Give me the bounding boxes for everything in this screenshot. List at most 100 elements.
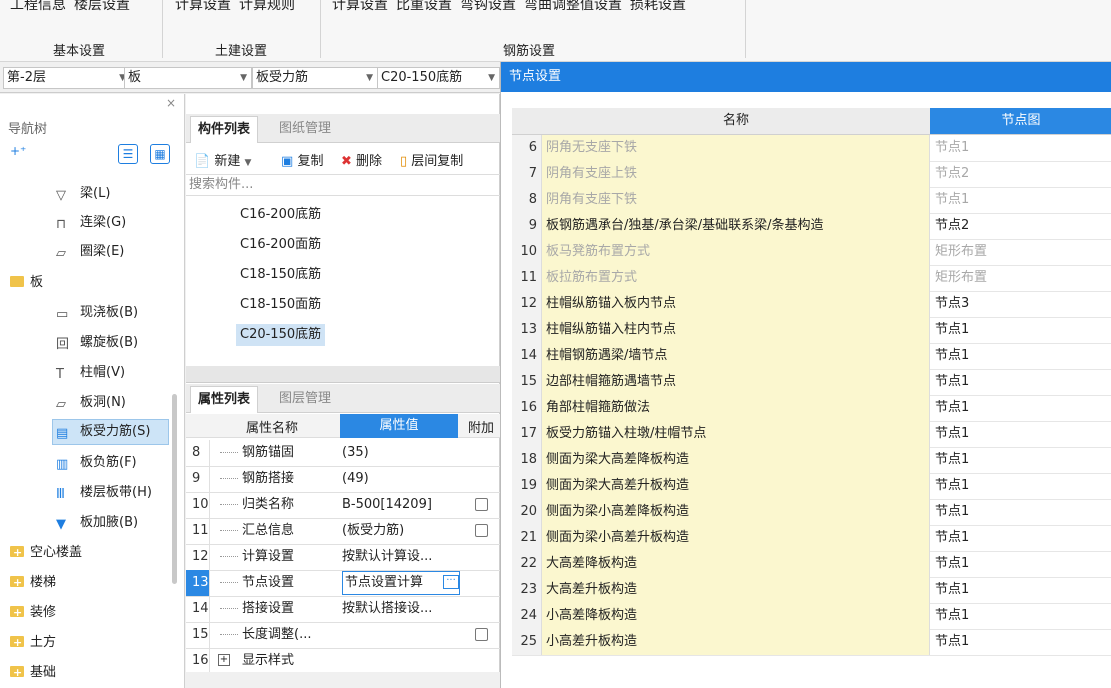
extra-checkbox[interactable]: [475, 628, 488, 641]
nav-item-slab-folder[interactable]: 板: [10, 271, 43, 295]
node-value[interactable]: 节点1: [930, 369, 1111, 395]
list-item-selected[interactable]: C20-150底筋: [236, 324, 326, 346]
node-value[interactable]: 节点1: [930, 629, 1111, 655]
node-value[interactable]: 节点1: [930, 551, 1111, 577]
table-row[interactable]: 24 小高差降板构造 节点1: [512, 603, 1111, 630]
nav-item-hollow-floor[interactable]: 空心楼盖: [10, 541, 82, 565]
nav-item-slab-haunch[interactable]: ▼ 板加腋(B): [56, 511, 138, 535]
nav-item-slab-rebar[interactable]: ▤ 板受力筋(S): [52, 419, 169, 445]
nav-item-beam[interactable]: ▽ 梁(L): [56, 182, 110, 206]
scrollbar[interactable]: [172, 394, 177, 584]
nav-item-earthwork[interactable]: 土方: [10, 631, 56, 655]
table-row[interactable]: 18 侧面为梁大高差降板构造 节点1: [512, 447, 1111, 474]
table-row[interactable]: 15 边部柱帽箍筋遇墙节点 节点1: [512, 369, 1111, 396]
node-value[interactable]: 节点1: [930, 317, 1111, 343]
node-value[interactable]: 节点1: [930, 395, 1111, 421]
extra-checkbox[interactable]: [475, 524, 488, 537]
hook-settings-button[interactable]: 弯钩设置: [460, 0, 516, 13]
table-row[interactable]: 22 大高差降板构造 节点1: [512, 551, 1111, 578]
ellipsis-button[interactable]: ···: [443, 575, 459, 589]
list-view-icon[interactable]: ☰: [118, 144, 138, 164]
nav-item-negative-rebar[interactable]: ▥ 板负筋(F): [56, 451, 137, 475]
density-settings-button[interactable]: 比重设置: [396, 0, 452, 13]
expand-plus-icon[interactable]: +: [218, 654, 230, 666]
node-value[interactable]: 矩形布置: [930, 239, 1111, 265]
expand-all-icon[interactable]: +⁺: [10, 144, 26, 158]
nav-item-spiral-slab[interactable]: 回螺旋板(B): [56, 331, 138, 355]
node-value[interactable]: 节点1: [930, 447, 1111, 473]
tab-property-list[interactable]: 属性列表: [190, 386, 259, 413]
tab-layer-management[interactable]: 图层管理: [272, 386, 338, 412]
list-item[interactable]: C16-200底筋: [236, 204, 325, 226]
component-select[interactable]: C20-150底筋 ▼: [377, 67, 500, 89]
nav-item-foundation[interactable]: 基础: [10, 661, 56, 685]
table-row[interactable]: 6 阴角无支座下铁 节点1: [512, 135, 1111, 162]
subtype-select[interactable]: 板受力筋 ▼: [252, 67, 378, 89]
nav-item-cast-slab[interactable]: ▭ 现浇板(B): [56, 301, 138, 325]
search-input[interactable]: 搜索构件...: [186, 174, 500, 196]
calc-rules-button[interactable]: 计算规则: [239, 0, 295, 13]
civil-calc-settings-button[interactable]: 计算设置: [175, 0, 231, 13]
table-row[interactable]: 23 大高差升板构造 节点1: [512, 577, 1111, 604]
table-row-selected[interactable]: 13 节点设置 节点设置计算 ···: [186, 570, 500, 597]
list-item[interactable]: C16-200面筋: [236, 234, 325, 256]
table-row[interactable]: 15 长度调整(...: [186, 622, 500, 649]
close-icon[interactable]: ×: [166, 96, 176, 110]
table-row[interactable]: 10 板马凳筋布置方式 矩形布置: [512, 239, 1111, 266]
floor-select[interactable]: 第-2层 ▼: [3, 67, 131, 89]
nav-item-decoration[interactable]: 装修: [10, 601, 56, 625]
node-value[interactable]: 节点1: [930, 525, 1111, 551]
table-row[interactable]: 7 阴角有支座上铁 节点2: [512, 161, 1111, 188]
table-row[interactable]: 21 侧面为梁小高差升板构造 节点1: [512, 525, 1111, 552]
floor-copy-button[interactable]: ▯ 层间复制: [400, 150, 463, 169]
table-row[interactable]: 12 计算设置 按默认计算设...: [186, 544, 500, 571]
table-row[interactable]: 9 板钢筋遇承台/独基/承台梁/基础联系梁/条基构造 节点2: [512, 213, 1111, 240]
node-value[interactable]: 节点1: [930, 187, 1111, 213]
table-row[interactable]: 10 归类名称 B-500[14209]: [186, 492, 500, 519]
table-row[interactable]: 16 角部柱帽箍筋做法 节点1: [512, 395, 1111, 422]
node-value[interactable]: 矩形布置: [930, 265, 1111, 291]
node-value[interactable]: 节点1: [930, 473, 1111, 499]
table-row[interactable]: 14 柱帽钢筋遇梁/墙节点 节点1: [512, 343, 1111, 370]
table-row[interactable]: 19 侧面为梁大高差升板构造 节点1: [512, 473, 1111, 500]
new-button[interactable]: 📄 新建 ▼: [194, 150, 251, 169]
table-row[interactable]: 8 阴角有支座下铁 节点1: [512, 187, 1111, 214]
node-value[interactable]: 节点1: [930, 421, 1111, 447]
table-row[interactable]: 25 小高差升板构造 节点1: [512, 629, 1111, 656]
node-value[interactable]: 节点2: [930, 161, 1111, 187]
nav-item-coupling-beam[interactable]: ⊓ 连梁(G): [56, 211, 126, 235]
tab-component-list[interactable]: 构件列表: [190, 116, 259, 143]
table-row[interactable]: 13 柱帽纵筋锚入柱内节点 节点1: [512, 317, 1111, 344]
project-info-button[interactable]: 工程信息: [10, 0, 66, 13]
list-item[interactable]: C18-150面筋: [236, 294, 325, 316]
table-row[interactable]: 20 侧面为梁小高差降板构造 节点1: [512, 499, 1111, 526]
node-value[interactable]: 节点1: [930, 343, 1111, 369]
extra-checkbox[interactable]: [475, 498, 488, 511]
nav-item-stairs[interactable]: 楼梯: [10, 571, 56, 595]
table-row[interactable]: 11 板拉筋布置方式 矩形布置: [512, 265, 1111, 292]
loss-settings-button[interactable]: 损耗设置: [630, 0, 686, 13]
nav-item-slab-hole[interactable]: ▱ 板洞(N): [56, 391, 126, 415]
node-value[interactable]: 节点1: [930, 499, 1111, 525]
table-row[interactable]: 14 搭接设置 按默认搭接设...: [186, 596, 500, 623]
node-value[interactable]: 节点3: [930, 291, 1111, 317]
floor-settings-button[interactable]: 楼层设置: [74, 0, 130, 13]
type-select[interactable]: 板 ▼: [124, 67, 252, 89]
node-value[interactable]: 节点1: [930, 577, 1111, 603]
nav-item-ring-beam[interactable]: ▱ 圈梁(E): [56, 240, 124, 264]
table-row[interactable]: 8 钢筋锚固 (35): [186, 440, 500, 467]
table-row[interactable]: 12 柱帽纵筋锚入板内节点 节点3: [512, 291, 1111, 318]
table-row[interactable]: 11 汇总信息 (板受力筋): [186, 518, 500, 545]
horizontal-scrollbar[interactable]: [185, 672, 500, 688]
copy-button[interactable]: ▣ 复制: [281, 150, 323, 169]
bend-adjust-settings-button[interactable]: 弯曲调整值设置: [524, 0, 622, 13]
table-row[interactable]: 16 + 显示样式: [186, 648, 500, 675]
delete-button[interactable]: ✖ 删除: [341, 150, 382, 169]
table-row[interactable]: 9 钢筋搭接 (49): [186, 466, 500, 493]
list-item[interactable]: C18-150底筋: [236, 264, 325, 286]
nav-item-slab-strip[interactable]: Ⅲ 楼层板带(H): [56, 481, 152, 505]
rebar-calc-settings-button[interactable]: 计算设置: [332, 0, 388, 13]
grid-view-icon[interactable]: ▦: [150, 144, 170, 164]
node-value[interactable]: 节点1: [930, 135, 1111, 161]
node-value[interactable]: 节点2: [930, 213, 1111, 239]
